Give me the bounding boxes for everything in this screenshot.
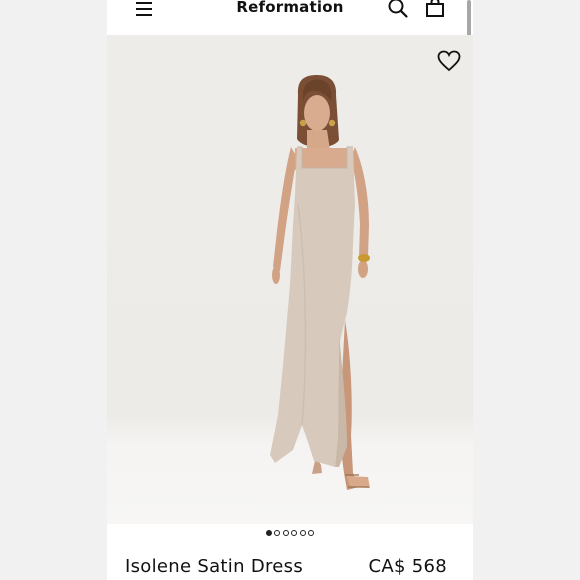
image-carousel-dots: [107, 530, 473, 536]
shopping-bag-icon: [426, 0, 444, 17]
carousel-dot[interactable]: [274, 530, 281, 536]
product-name: Isolene Satin Dress: [125, 556, 304, 577]
site-header: Reformation: [107, 0, 473, 35]
mobile-viewport: Reformation Isolene Satin Dress CA$ 568: [107, 0, 473, 580]
wishlist-button[interactable]: [437, 50, 461, 72]
heart-icon: [437, 50, 461, 72]
carousel-dot[interactable]: [266, 530, 273, 536]
carousel-dot[interactable]: [291, 530, 298, 536]
product-info: Isolene Satin Dress CA$ 568: [125, 556, 455, 580]
carousel-dot[interactable]: [299, 530, 306, 536]
carousel-dot[interactable]: [282, 530, 289, 536]
bag-button[interactable]: [424, 0, 446, 19]
search-button[interactable]: [387, 0, 409, 19]
carousel-dot[interactable]: [307, 530, 314, 536]
brand-logo[interactable]: Reformation: [107, 0, 473, 16]
model-illustration: [270, 75, 370, 490]
product-price: CA$ 568: [368, 556, 447, 577]
search-icon: [388, 0, 408, 18]
product-image[interactable]: [107, 35, 473, 524]
